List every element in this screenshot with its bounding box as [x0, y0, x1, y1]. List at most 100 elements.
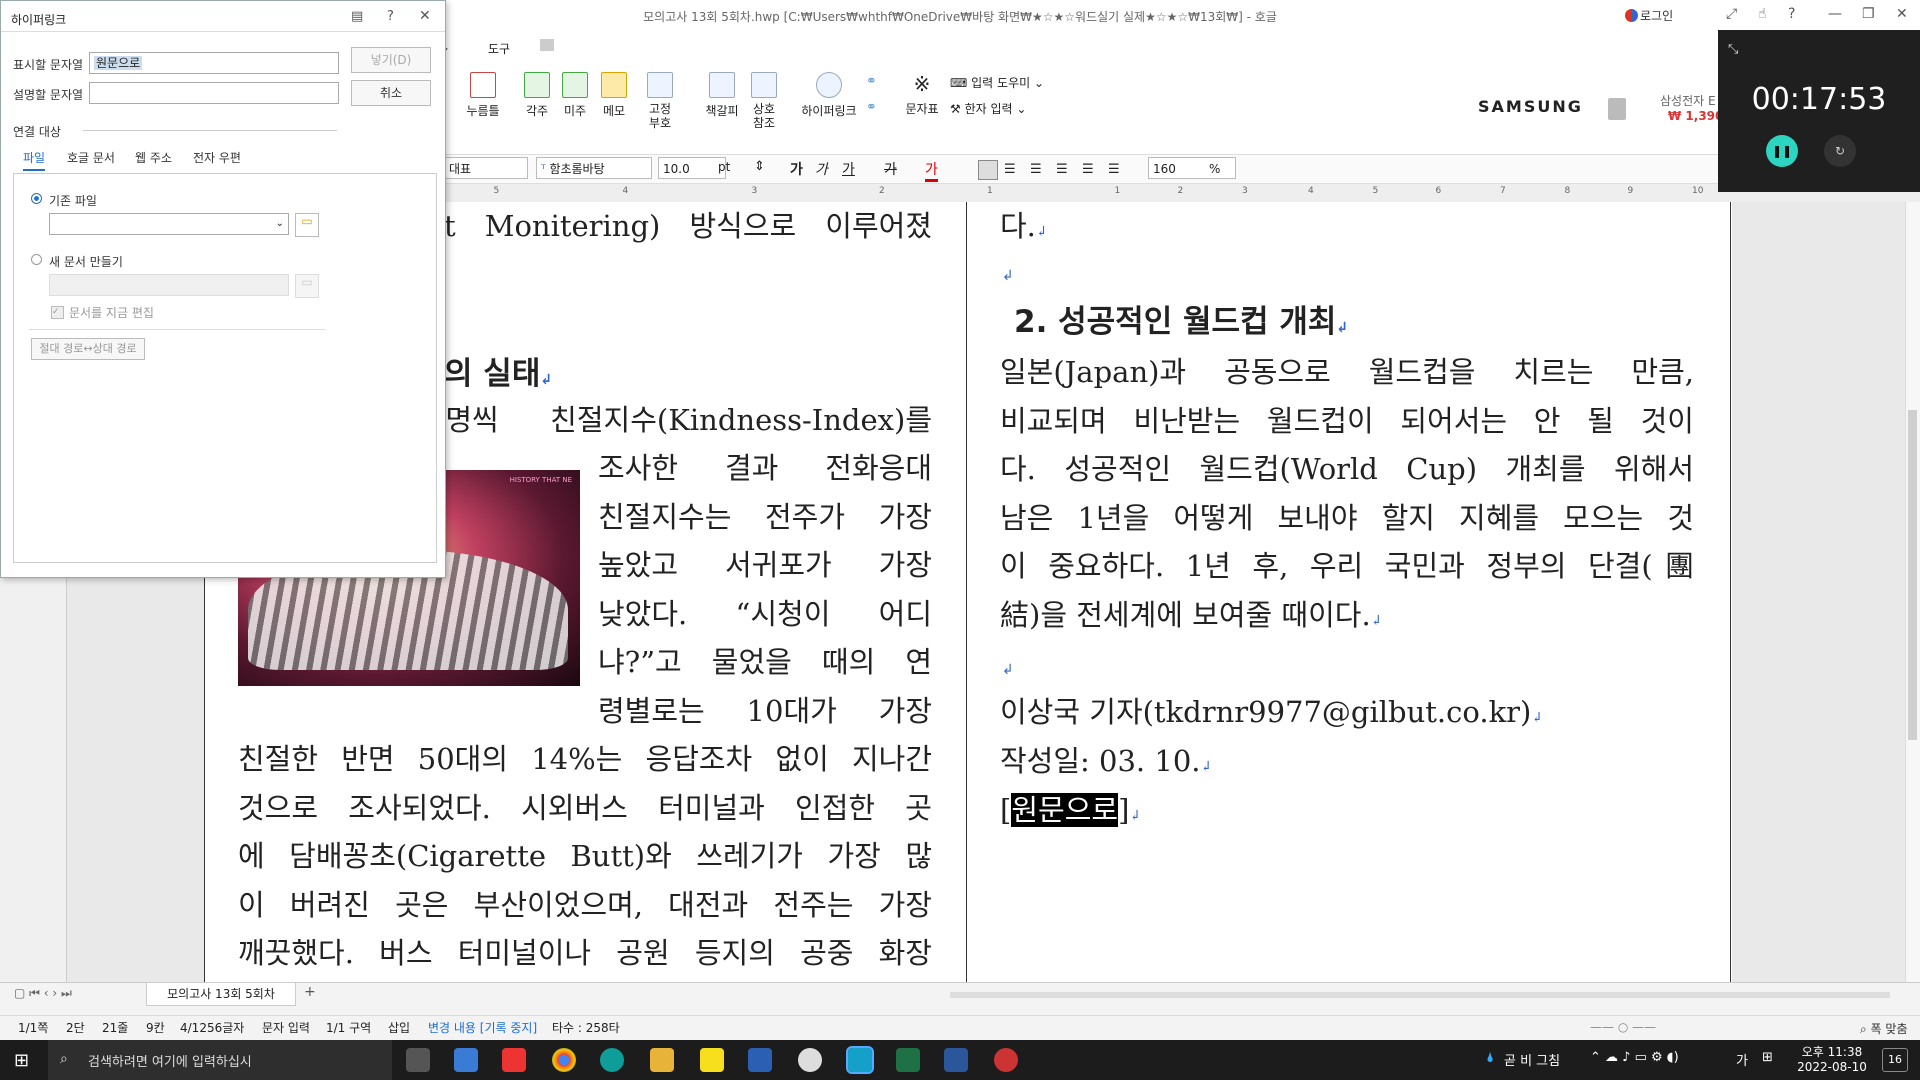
text-line[interactable]: 령별로는 10대가 가장	[598, 687, 932, 736]
tab-hwp-doc[interactable]: 호글 문서	[67, 149, 115, 166]
existing-file-select[interactable]: ⌄	[49, 213, 289, 235]
sheet-nav-icon[interactable]: ▢ ⏮ ‹ › ⏭	[14, 986, 72, 1001]
align-right-icon[interactable]: ☰	[1056, 162, 1068, 177]
tab-email[interactable]: 전자 우편	[193, 149, 241, 166]
strike-button[interactable]: 가	[884, 159, 897, 179]
edge-icon[interactable]	[600, 1048, 624, 1072]
help-icon[interactable]: ?	[1788, 6, 1795, 22]
status-item[interactable]: 9칸	[146, 1019, 165, 1036]
compact-overlay-icon[interactable]: ⤡	[1728, 42, 1738, 57]
font-unit[interactable]: pt	[718, 160, 730, 174]
ad-product[interactable]: 삼성전자 E	[1660, 92, 1716, 109]
ad-product-icon[interactable]	[1608, 98, 1626, 120]
path-toggle-button[interactable]: 절대 경로↔상대 경로	[31, 338, 145, 360]
new-doc-radio[interactable]	[31, 254, 42, 265]
existing-file-radio[interactable]	[31, 193, 42, 204]
align-center-icon[interactable]: ☰	[1030, 162, 1042, 177]
keyboard-icon[interactable]: ⊞	[1762, 1050, 1773, 1065]
reporter-line[interactable]: 이상국 기자(tkdrnr9977@gilbut.co.kr)↲	[1000, 688, 1543, 743]
chrome-icon[interactable]	[552, 1048, 576, 1072]
link-line[interactable]: [원문으로]↲	[1000, 786, 1141, 841]
dialog-close-icon[interactable]: ✕	[419, 8, 431, 24]
ime-indicator[interactable]: 가	[1736, 1050, 1748, 1069]
file-explorer-icon[interactable]	[650, 1048, 674, 1072]
add-sheet-icon[interactable]: +	[304, 984, 316, 1000]
text-line[interactable]: 일본(Japan)과 공동으로 월드컵을 치르는 만큼,	[1000, 348, 1694, 397]
text-line[interactable]: 친절지수는 전주가 가장	[598, 493, 932, 542]
hanja-input-button[interactable]: ⚒ 한자 입력 ⌄	[950, 100, 1026, 117]
status-item[interactable]: 삽입	[388, 1019, 410, 1036]
weather-text[interactable]: 곧 비 그침	[1504, 1050, 1560, 1069]
folder-icon[interactable]: ▭	[295, 213, 319, 237]
right-heading[interactable]: 2. 성공적인 월드컵 개최↲	[1014, 296, 1348, 341]
fixed-symbol-button[interactable]: 고정 부호	[640, 72, 680, 130]
sheet-tab[interactable]: 모의고사 13회 5회차	[146, 982, 296, 1006]
clock-app-icon[interactable]	[798, 1048, 822, 1072]
cross-ref-button[interactable]: 상호 참조	[746, 72, 782, 130]
hyperlink-button[interactable]: 하이퍼링크	[796, 72, 862, 119]
memo-button[interactable]: 메모	[598, 72, 630, 119]
touch-icon[interactable]: ☝	[1758, 6, 1767, 22]
dialog-info-icon[interactable]: ▤	[351, 9, 363, 24]
footnote-button[interactable]: 각주	[522, 72, 552, 119]
windows-start-icon[interactable]: ⊞	[14, 1050, 29, 1071]
word-icon[interactable]	[944, 1048, 968, 1072]
status-item[interactable]: 문자 입력	[262, 1019, 310, 1036]
expand-icon[interactable]: ⤢	[1726, 6, 1737, 22]
field-button[interactable]: 누름틀	[462, 72, 504, 119]
reset-button[interactable]: ↻	[1824, 135, 1856, 167]
left-heading[interactable]: 의 실태↲	[444, 348, 552, 393]
text-line[interactable]: 높았고 서귀포가 가장	[598, 541, 932, 590]
close-button[interactable]: ✕	[1896, 6, 1908, 22]
date-line[interactable]: 작성일: 03. 10.↲	[1000, 737, 1212, 792]
align-distribute-icon[interactable]: ☰	[1082, 162, 1094, 177]
status-item[interactable]: 2단	[66, 1019, 85, 1036]
status-item[interactable]: 4/1256글자	[180, 1019, 244, 1036]
left-paragraph[interactable]: 친절한 반면 50대의 14%는 응답조차 없이 지나간 것으로 조사되었다. 시…	[238, 735, 932, 978]
text-line[interactable]: 깨끗했다. 버스 터미널이나 공원 등지의 공중 화장	[238, 929, 932, 978]
text-line[interactable]: 이 중요하다. 1년 후, 우리 국민과 정부의 단결(團	[1000, 542, 1694, 591]
right-top-line[interactable]: 다.↲	[1000, 202, 1048, 257]
notification-badge[interactable]: 16	[1882, 1048, 1908, 1072]
login-link[interactable]: 로그인	[1640, 7, 1673, 24]
status-item[interactable]: 타수 : 258타	[552, 1019, 620, 1036]
tab-web-address[interactable]: 웹 주소	[135, 149, 172, 166]
dialog-help-icon[interactable]: ?	[387, 9, 394, 24]
font-size-input[interactable]: 10.0	[658, 157, 726, 179]
underline-button[interactable]: 가	[842, 159, 855, 179]
text-line[interactable]: 다. 성공적인 월드컵(World Cup) 개최를 위해서	[1000, 445, 1694, 494]
tray-icons[interactable]: ⌃ ☁ ♪ ▭ ⚙ ◖)	[1590, 1050, 1679, 1065]
input-helper-button[interactable]: ⌨ 입력 도우미 ⌄	[950, 74, 1044, 91]
pause-button[interactable]: ❚❚	[1766, 135, 1798, 167]
fit-width-button[interactable]: ⌕ 폭 맞춤	[1860, 1020, 1907, 1037]
font-color-button[interactable]: 가	[925, 159, 938, 182]
text-line[interactable]: 것으로 조사되었다. 시외버스 터미널과 인접한 곳	[238, 784, 932, 833]
text-line[interactable]: 남은 1년을 어떻게 보내야 할지 지혜를 모으는 것	[1000, 494, 1694, 543]
desc-text-field[interactable]	[89, 82, 339, 104]
align-divide-icon[interactable]: ☰	[1108, 162, 1120, 177]
horizontal-scrollbar[interactable]	[950, 992, 1890, 998]
app-cloud-icon[interactable]	[994, 1048, 1018, 1072]
text-line[interactable]: 친절한 반면 50대의 14%는 응답조차 없이 지나간	[238, 735, 932, 784]
italic-button[interactable]: 가	[815, 159, 828, 179]
link-icon[interactable]: ⚭	[866, 74, 877, 89]
insert-button[interactable]: 넣기(D)	[351, 47, 431, 73]
text-line[interactable]: 냐?”고 물었을 때의 연	[598, 638, 932, 687]
left-line-1[interactable]: )명씩 친절지수(Kindness-Index)를	[434, 396, 932, 445]
excel-icon[interactable]	[896, 1048, 920, 1072]
app-red-icon[interactable]	[502, 1048, 526, 1072]
font-select[interactable]: ᵀ 함초롬바탕	[536, 157, 652, 179]
menu-item-tools[interactable]: 도구	[488, 40, 510, 57]
scroll-thumb[interactable]	[1908, 410, 1917, 740]
store-icon[interactable]	[454, 1048, 478, 1072]
weather-icon[interactable]: 🌢	[1486, 1050, 1494, 1066]
wrap-text-block[interactable]: 조사한 결과 전화응대 친절지수는 전주가 가장 높았고 서귀포가 가장 낮았다. “…	[598, 444, 932, 735]
hyperlink-dialog[interactable]: 하이퍼링크 ▤ ? ✕ 표시할 문자열 원문으로 설명할 문자열 넣기(D) 취…	[0, 0, 446, 578]
right-paragraph[interactable]: 일본(Japan)과 공동으로 월드컵을 치르는 만큼, 비교되며 비난받는 월드…	[1000, 348, 1694, 639]
status-item[interactable]: 1/1 구역	[326, 1019, 371, 1036]
timer-widget[interactable]: ⤡ 00:17:53 ❚❚ ↻	[1718, 30, 1920, 192]
cancel-button[interactable]: 취소	[351, 80, 431, 106]
endnote-button[interactable]: 미주	[560, 72, 590, 119]
unlink-icon[interactable]: ⚭	[866, 100, 877, 115]
text-line[interactable]: 結)을 전세계에 보여줄 때이다.↲	[1000, 591, 1694, 640]
